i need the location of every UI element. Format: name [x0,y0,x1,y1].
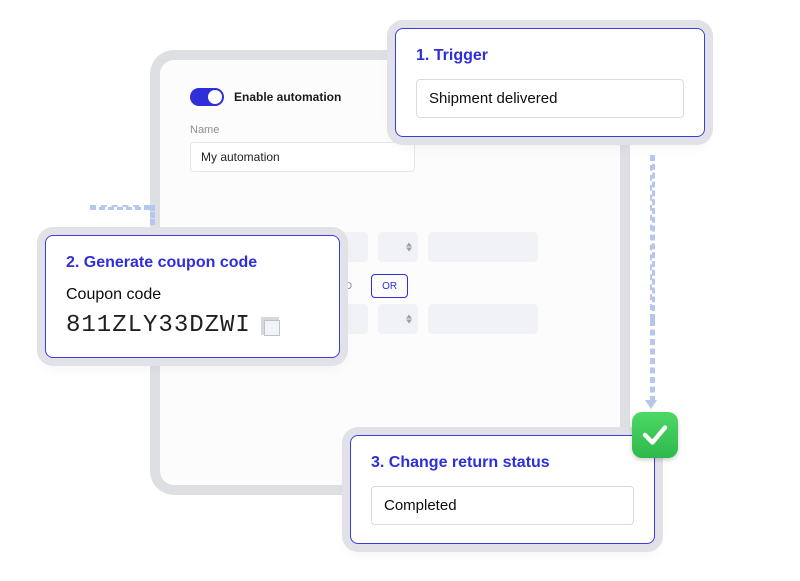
coupon-title: 2. Generate coupon code [66,254,319,272]
toggle-knob [208,90,222,104]
arrow-down-icon [645,400,657,409]
trigger-title: 1. Trigger [416,47,684,65]
enable-automation-label: Enable automation [234,90,341,104]
condition-value[interactable] [428,304,538,334]
enable-automation-toggle[interactable] [190,88,224,106]
status-card: 3. Change return status Completed [350,435,655,544]
logic-or-button[interactable]: OR [371,274,408,298]
copy-icon[interactable] [261,317,279,335]
trigger-value[interactable]: Shipment delivered [416,79,684,118]
condition-value[interactable] [428,232,538,262]
connector-line [150,205,155,225]
status-value[interactable]: Completed [371,486,634,525]
coupon-code-row: 811ZLY33DZWI [66,312,319,339]
status-title: 3. Change return status [371,454,634,472]
condition-select[interactable] [378,232,418,262]
connector-line [650,155,655,320]
coupon-sublabel: Coupon code [66,286,319,304]
chevron-updown-icon [406,315,412,324]
coupon-code-value: 811ZLY33DZWI [66,312,251,339]
chevron-updown-icon [406,243,412,252]
coupon-card: 2. Generate coupon code Coupon code 811Z… [45,235,340,358]
connector-line [90,205,150,210]
trigger-card: 1. Trigger Shipment delivered [395,28,705,137]
logic-operator-row: AND OR [320,274,590,298]
checkmark-icon [640,420,670,450]
automation-name-input[interactable] [190,142,415,172]
success-check-badge [632,412,678,458]
condition-select[interactable] [378,304,418,334]
connector-line [650,320,655,402]
